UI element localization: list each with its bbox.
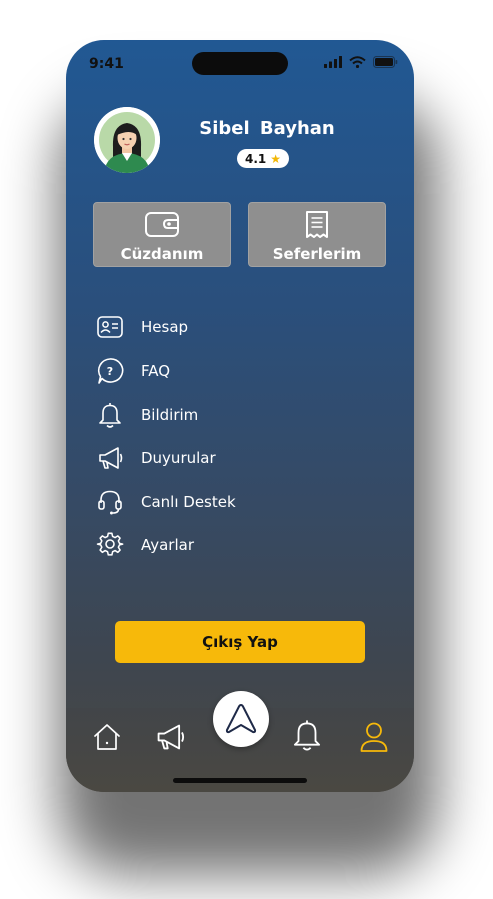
dynamic-island bbox=[192, 52, 288, 75]
tab-profile[interactable] bbox=[357, 720, 391, 754]
home-icon bbox=[94, 724, 120, 750]
profile-icon bbox=[360, 722, 388, 752]
menu-item-hesap[interactable]: Hesap bbox=[96, 312, 188, 342]
logout-button[interactable]: Çıkış Yap bbox=[115, 621, 365, 663]
menu-item-label: FAQ bbox=[141, 362, 171, 380]
wallet-card-label: Cüzdanım bbox=[120, 245, 204, 263]
status-icons bbox=[324, 56, 398, 68]
question-bubble-icon: ? bbox=[96, 357, 124, 385]
status-time: 9:41 bbox=[89, 56, 124, 72]
menu-item-canli-destek[interactable]: Canlı Destek bbox=[96, 487, 236, 517]
tab-notifications[interactable] bbox=[290, 718, 324, 752]
navigation-arrow-icon bbox=[225, 704, 257, 734]
menu-item-label: Canlı Destek bbox=[141, 493, 236, 511]
menu-item-label: Bildirim bbox=[141, 406, 199, 424]
rating-value: 4.1 bbox=[244, 151, 267, 166]
svg-text:?: ? bbox=[107, 365, 113, 378]
trips-card-label: Seferlerim bbox=[272, 245, 362, 263]
tab-home[interactable] bbox=[90, 720, 124, 754]
megaphone-icon bbox=[96, 444, 124, 472]
user-name: Sibel Bayhan bbox=[199, 118, 335, 139]
id-card-icon bbox=[96, 313, 124, 341]
receipt-icon bbox=[306, 211, 328, 238]
wifi-icon bbox=[349, 56, 366, 68]
tab-navigate-button[interactable] bbox=[213, 691, 269, 747]
megaphone-icon bbox=[157, 724, 185, 750]
wallet-icon bbox=[145, 212, 179, 237]
rating-badge: 4.1 ★ bbox=[237, 149, 289, 168]
menu-item-label: Duyurular bbox=[141, 449, 216, 467]
tab-announcements[interactable] bbox=[153, 720, 187, 754]
avatar[interactable] bbox=[94, 107, 160, 173]
battery-icon bbox=[373, 56, 398, 68]
phone-screen: 9:41 Sibel Bayhan 4.1 ★ Cüzdanım Seferle… bbox=[66, 40, 414, 792]
wallet-card[interactable]: Cüzdanım bbox=[93, 202, 231, 267]
bell-icon bbox=[293, 720, 321, 751]
headset-icon bbox=[96, 488, 124, 516]
bell-icon bbox=[96, 401, 124, 429]
menu-item-ayarlar[interactable]: Ayarlar bbox=[96, 530, 194, 560]
menu-item-label: Ayarlar bbox=[141, 536, 195, 554]
avatar-illustration bbox=[94, 107, 160, 173]
gear-icon bbox=[96, 531, 124, 559]
signal-icon bbox=[324, 56, 342, 68]
menu-item-faq[interactable]: ? FAQ bbox=[96, 356, 170, 386]
trips-card[interactable]: Seferlerim bbox=[248, 202, 386, 267]
star-icon: ★ bbox=[270, 151, 282, 166]
home-indicator[interactable] bbox=[173, 778, 307, 783]
menu-item-label: Hesap bbox=[141, 318, 189, 336]
menu-item-duyurular[interactable]: Duyurular bbox=[96, 443, 216, 473]
menu-item-bildirim[interactable]: Bildirim bbox=[96, 400, 198, 430]
